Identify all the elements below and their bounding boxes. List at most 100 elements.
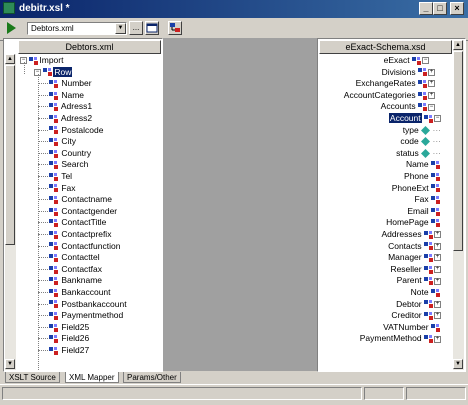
source-field-postalcode[interactable]: Postalcode bbox=[49, 124, 103, 136]
scroll-down-icon[interactable]: ▼ bbox=[5, 359, 15, 369]
target-node-fax[interactable]: Fax bbox=[414, 193, 441, 205]
tree-node-row[interactable]: − Row bbox=[34, 66, 73, 78]
source-field-contactprefix[interactable]: Contactprefix bbox=[49, 228, 111, 240]
source-field-paymentmethod[interactable]: Paymentmethod bbox=[49, 309, 123, 321]
target-node-code[interactable]: code ··· bbox=[400, 135, 441, 147]
scroll-up-icon[interactable]: ▲ bbox=[5, 54, 15, 64]
collapse-icon[interactable]: − bbox=[428, 103, 435, 111]
target-node-eexact[interactable]: eExact − bbox=[384, 54, 429, 66]
source-field-bankname[interactable]: Bankname bbox=[49, 274, 102, 286]
target-node-paymentmethod[interactable]: PaymentMethod + bbox=[360, 332, 441, 344]
target-node-homepage[interactable]: HomePage bbox=[386, 216, 441, 228]
scroll-thumb[interactable] bbox=[5, 65, 15, 245]
target-node-creditor[interactable]: Creditor + bbox=[391, 309, 441, 321]
source-field-number[interactable]: Number bbox=[49, 77, 92, 89]
tree-guide-line bbox=[38, 210, 48, 212]
expand-icon[interactable]: + bbox=[434, 300, 441, 308]
target-node-divisions[interactable]: Divisions + bbox=[382, 66, 435, 78]
target-node-account[interactable]: Account − bbox=[388, 112, 441, 124]
source-field-name[interactable]: Name bbox=[49, 89, 84, 101]
source-field-contacttel[interactable]: Contacttel bbox=[49, 251, 100, 263]
window-icon-button[interactable] bbox=[145, 21, 159, 35]
expand-icon[interactable]: + bbox=[434, 277, 441, 285]
tab-xml-mapper[interactable]: XML Mapper bbox=[65, 372, 119, 383]
target-node-phone[interactable]: Phone bbox=[404, 170, 441, 182]
source-field-adress1[interactable]: Adress1 bbox=[49, 100, 92, 112]
source-field-tel[interactable]: Tel bbox=[49, 170, 72, 182]
element-node-icon bbox=[424, 230, 433, 239]
source-field-search[interactable]: Search bbox=[49, 158, 88, 170]
tree-guide-line bbox=[38, 106, 48, 108]
source-field-field26[interactable]: Field26 bbox=[49, 332, 89, 344]
source-field-bankaccount[interactable]: Bankaccount bbox=[49, 286, 111, 298]
element-node-icon bbox=[49, 149, 58, 158]
element-node-icon bbox=[49, 265, 58, 274]
collapse-icon[interactable]: − bbox=[422, 57, 429, 65]
source-field-adress2[interactable]: Adress2 bbox=[49, 112, 92, 124]
source-field-contactname[interactable]: Contactname bbox=[49, 193, 112, 205]
source-field-field27[interactable]: Field27 bbox=[49, 344, 89, 356]
source-field-postbankaccount[interactable]: Postbankaccount bbox=[49, 298, 127, 310]
scroll-thumb[interactable] bbox=[453, 51, 463, 251]
expand-icon[interactable]: + bbox=[428, 92, 435, 100]
target-node-email[interactable]: Email bbox=[407, 205, 441, 217]
tab-xslt-source[interactable]: XSLT Source bbox=[5, 372, 60, 383]
target-node-accounts[interactable]: Accounts − bbox=[381, 100, 435, 112]
expand-icon[interactable]: + bbox=[434, 335, 441, 343]
run-button[interactable] bbox=[4, 21, 18, 35]
expand-icon[interactable]: + bbox=[434, 312, 441, 320]
expand-icon[interactable]: + bbox=[428, 68, 435, 76]
element-node-icon bbox=[418, 68, 427, 77]
element-node-icon bbox=[49, 114, 58, 123]
minimize-button[interactable]: _ bbox=[419, 2, 433, 15]
element-node-icon bbox=[431, 184, 440, 193]
target-node-name[interactable]: Name bbox=[406, 158, 441, 170]
maximize-button[interactable]: □ bbox=[433, 2, 447, 15]
target-node-type[interactable]: type ··· bbox=[403, 124, 441, 136]
source-field-city[interactable]: City bbox=[49, 135, 76, 147]
target-node-debtor[interactable]: Debtor + bbox=[396, 298, 441, 310]
expand-icon[interactable]: + bbox=[428, 80, 435, 88]
target-node-status[interactable]: status ··· bbox=[396, 147, 441, 159]
target-node-manager[interactable]: Manager + bbox=[388, 251, 441, 263]
source-field-contactgender[interactable]: Contactgender bbox=[49, 205, 117, 217]
expand-icon[interactable]: + bbox=[434, 254, 441, 262]
tab-params-other[interactable]: Params/Other bbox=[123, 372, 181, 383]
source-field-field25[interactable]: Field25 bbox=[49, 321, 89, 333]
chevron-down-icon[interactable]: ▼ bbox=[115, 23, 126, 34]
source-field-contacttitle[interactable]: ContactTitle bbox=[49, 216, 106, 228]
tree-node-label-selected: Account bbox=[388, 113, 422, 123]
close-button[interactable]: × bbox=[450, 2, 464, 15]
target-node-parent[interactable]: Parent + bbox=[397, 274, 441, 286]
source-field-country[interactable]: Country bbox=[49, 147, 91, 159]
element-node-icon bbox=[431, 288, 440, 297]
target-node-phoneext[interactable]: PhoneExt bbox=[392, 182, 441, 194]
target-node-addresses[interactable]: Addresses + bbox=[381, 228, 441, 240]
source-scrollbar[interactable]: ▲ ▼ bbox=[5, 54, 16, 370]
tree-guide-line bbox=[38, 326, 48, 328]
browse-button[interactable]: ... bbox=[129, 21, 143, 35]
tree-node-label: Number bbox=[59, 78, 92, 89]
scroll-up-icon[interactable]: ▲ bbox=[453, 40, 463, 50]
expand-icon[interactable]: + bbox=[434, 242, 441, 250]
element-node-icon bbox=[49, 103, 58, 112]
source-field-fax[interactable]: Fax bbox=[49, 182, 76, 194]
target-node-accountcategories[interactable]: AccountCategories + bbox=[344, 89, 435, 101]
target-node-reseller[interactable]: Reseller + bbox=[390, 263, 441, 275]
target-node-vatnumber[interactable]: VATNumber bbox=[383, 321, 441, 333]
tree-root-import[interactable]: − Import bbox=[20, 54, 63, 66]
source-field-contactfax[interactable]: Contactfax bbox=[49, 263, 102, 275]
target-node-note[interactable]: Note bbox=[411, 286, 441, 298]
expand-icon[interactable]: + bbox=[434, 266, 441, 274]
scroll-down-icon[interactable]: ▼ bbox=[453, 359, 463, 369]
element-node-icon bbox=[424, 253, 433, 262]
source-field-contactfunction[interactable]: Contactfunction bbox=[49, 240, 120, 252]
collapse-icon[interactable]: − bbox=[434, 115, 441, 123]
expand-icon[interactable]: + bbox=[434, 231, 441, 239]
mapping-canvas[interactable] bbox=[163, 38, 317, 371]
schema-tool-button[interactable] bbox=[168, 21, 182, 35]
target-node-exchangerates[interactable]: ExchangeRates + bbox=[356, 77, 435, 89]
target-scrollbar[interactable]: ▲ ▼ bbox=[453, 40, 464, 370]
target-node-contacts[interactable]: Contacts + bbox=[388, 240, 441, 252]
file-select[interactable]: Debtors.xml bbox=[27, 22, 127, 35]
